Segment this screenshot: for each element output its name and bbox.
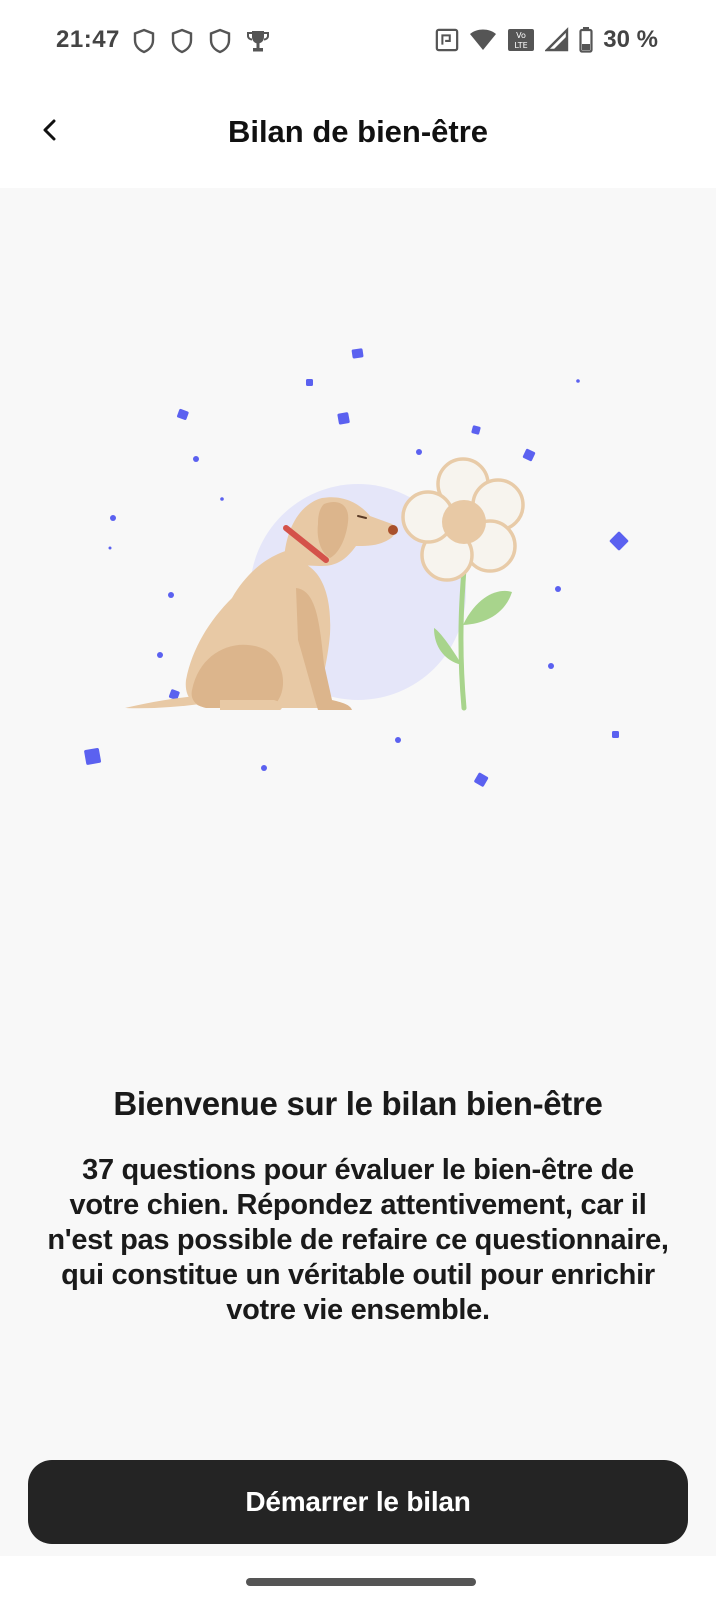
wellbeing-intro-screen: 21:47 Vo LTE 30 % Bilan de bien-être Bie… <box>0 0 716 1600</box>
wifi-icon <box>470 29 497 50</box>
description-line: 37 questions pour évaluer le bien-être d… <box>82 1154 634 1186</box>
volte-icon: Vo LTE <box>508 29 535 51</box>
start-assessment-button[interactable]: Démarrer le bilan <box>28 1460 688 1544</box>
battery-icon <box>579 27 593 53</box>
status-bar: 21:47 Vo LTE 30 % <box>0 0 716 84</box>
svg-text:Vo: Vo <box>516 31 526 40</box>
system-icons: Vo LTE 30 % <box>435 26 658 54</box>
battery-percentage: 30 % <box>603 26 658 53</box>
shield-icon <box>133 28 155 54</box>
description-line: votre chien. Répondez attentivement, car… <box>69 1189 647 1221</box>
description-line: qui constitue un véritable outil pour en… <box>61 1259 655 1291</box>
illustration-svg <box>84 348 629 787</box>
notification-icons <box>132 28 270 54</box>
status-time: 21:47 <box>56 26 120 53</box>
nfc-icon <box>436 28 459 52</box>
shield-icon <box>209 28 231 54</box>
description-line: n'est pas possible de refaire ce questio… <box>47 1224 669 1256</box>
shield-icon <box>171 28 193 54</box>
dog-flower-illustration <box>0 188 716 1088</box>
welcome-title: Bienvenue sur le bilan bien-être <box>113 1085 603 1122</box>
svg-text:LTE: LTE <box>515 41 528 50</box>
signal-icon <box>545 27 569 52</box>
description-line: votre vie ensemble. <box>226 1294 490 1326</box>
app-header: Bilan de bien-être <box>0 84 716 188</box>
page-title: Bilan de bien-être <box>227 114 489 149</box>
welcome-description: 37 questions pour évaluer le bien-être d… <box>24 1153 692 1328</box>
trophy-icon <box>247 31 269 52</box>
gesture-nav-handle[interactable] <box>246 1578 476 1586</box>
